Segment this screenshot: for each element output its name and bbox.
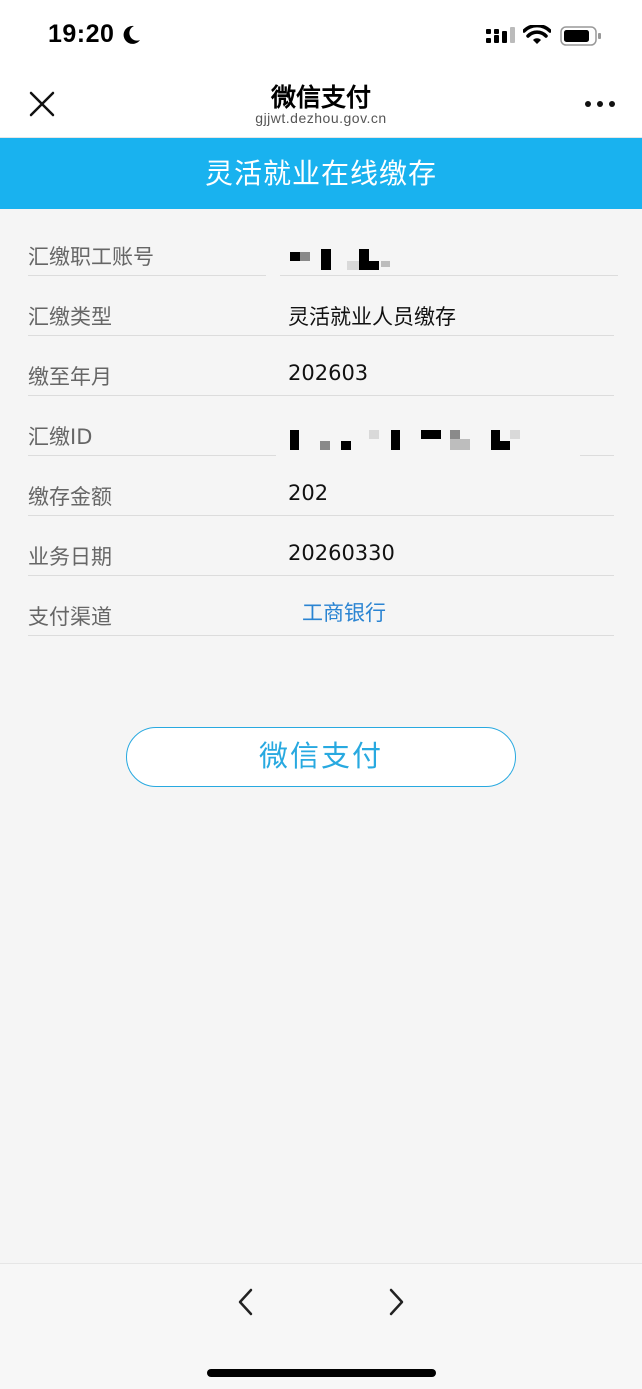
- form-label: 支付渠道: [28, 605, 112, 629]
- form-label: 缴至年月: [28, 365, 112, 389]
- page-domain: gjjwt.dezhou.gov.cn: [255, 110, 387, 126]
- cellular-signal-icon: [486, 27, 515, 43]
- form-value-date: 20260330: [288, 541, 395, 565]
- form-row-amount: 缴存金额 202: [0, 449, 642, 516]
- wifi-icon: [523, 25, 551, 44]
- form-label: 汇缴ID: [28, 425, 93, 449]
- section-banner: 灵活就业在线缴存: [0, 138, 642, 209]
- form-label: 业务日期: [28, 545, 112, 569]
- form-label: 缴存金额: [28, 485, 112, 509]
- browser-bottom-bar: [0, 1263, 642, 1389]
- form-label: 汇缴职工账号: [28, 245, 154, 269]
- form-label: 汇缴类型: [28, 305, 112, 329]
- form-row-date: 业务日期 20260330: [0, 509, 642, 576]
- chevron-right-icon[interactable]: [382, 1286, 410, 1318]
- form-row-type: 汇缴类型 灵活就业人员缴存: [0, 269, 642, 336]
- moon-icon: [123, 25, 140, 44]
- form-row-id: 汇缴ID: [0, 389, 642, 456]
- status-time: 19:20: [48, 20, 115, 48]
- form-row-period: 缴至年月 202603: [0, 329, 642, 396]
- form-row-channel[interactable]: 支付渠道 工商银行: [0, 569, 642, 636]
- more-icon[interactable]: [580, 94, 620, 114]
- wechat-pay-button[interactable]: 微信支付: [126, 727, 516, 787]
- battery-icon: [560, 26, 601, 46]
- form-value-amount: 202: [288, 481, 329, 505]
- form-value-type: 灵活就业人员缴存: [288, 305, 456, 329]
- form-row-account: 汇缴职工账号: [0, 209, 642, 276]
- status-bar: 19:20: [0, 0, 642, 72]
- payment-channel-select[interactable]: 工商银行: [302, 597, 386, 627]
- page-title: 微信支付: [270, 83, 371, 112]
- home-indicator: [207, 1369, 436, 1377]
- chevron-left-icon[interactable]: [232, 1286, 260, 1318]
- nav-bar: 微信支付 gjjwt.dezhou.gov.cn: [0, 72, 642, 138]
- divider: [28, 635, 614, 636]
- form-value-period: 202603: [288, 361, 369, 385]
